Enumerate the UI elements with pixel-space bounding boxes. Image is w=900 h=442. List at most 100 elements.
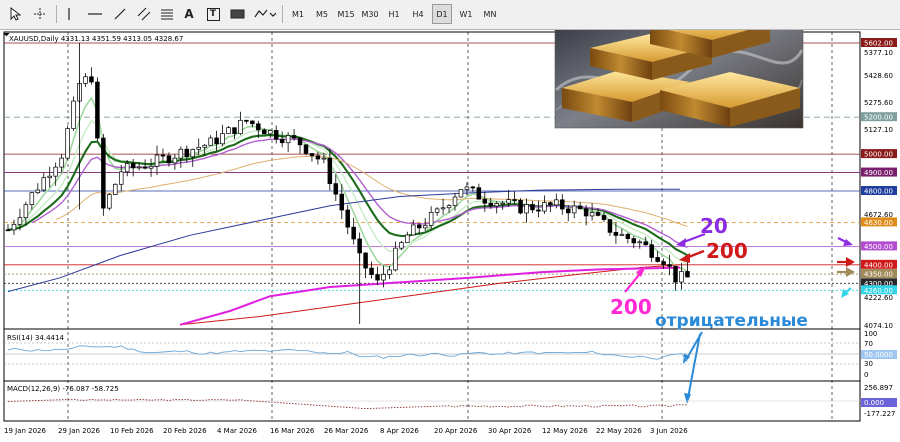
candle [238,119,243,135]
timeframe-m1[interactable]: M1 [288,4,308,24]
crosshair-tool[interactable] [30,4,50,24]
svg-text:8 Apr 2026: 8 Apr 2026 [380,427,419,435]
text-icon: A [184,7,194,21]
candle [285,135,291,144]
candle [124,163,130,173]
svg-text:0: 0 [864,371,868,379]
svg-text:30: 30 [864,360,873,368]
candle [273,130,279,140]
candle [452,196,458,206]
cursor-tool[interactable] [6,4,24,24]
candle [607,219,613,233]
candle [250,120,255,125]
svg-text:4074.10: 4074.10 [864,322,893,330]
svg-text:-177.227: -177.227 [864,410,895,418]
candle [571,205,577,214]
candle [202,144,207,148]
candle [65,128,70,159]
timeframe-mn[interactable]: MN [480,4,500,24]
timeframe-m5[interactable]: M5 [312,4,332,24]
candle [345,209,350,228]
candle [518,199,523,214]
candle [333,183,339,195]
ma20-label: 20 [700,214,728,238]
svg-text:5428.60: 5428.60 [864,72,893,80]
svg-text:5275.60: 5275.60 [864,99,893,107]
candle [47,175,52,179]
timeframe-d1[interactable]: D1 [432,4,452,24]
level-tag-text: 4800.00 [864,188,893,196]
candle [17,217,23,225]
timeframe-h4[interactable]: H4 [408,4,428,24]
level-tag-text: 4630.00 [864,219,893,227]
candle [101,137,106,209]
candle [118,171,124,185]
chevron-down-icon [254,9,276,18]
ma200-red-label: 200 [706,239,748,263]
candle [351,226,356,240]
candle [220,133,225,145]
candle [506,199,511,204]
text-label-tool[interactable]: T [204,4,222,24]
candle [59,157,64,168]
candle [83,76,88,84]
candle [256,123,261,131]
drawing-tools-dropdown[interactable] [252,4,278,24]
timeframe-w1[interactable]: W1 [456,4,476,24]
candle [262,129,267,135]
macd-level-tag: 0.000 [864,399,884,407]
fibonacci-tool[interactable] [158,4,176,24]
trendline-tool[interactable] [110,4,130,24]
candle [303,144,309,154]
candle [428,211,434,226]
shapes-icon [230,9,245,19]
candle [673,265,678,283]
svg-text:10 Feb 2026: 10 Feb 2026 [110,427,154,435]
candle [625,233,631,239]
candle [244,119,249,122]
svg-text:12 May 2026: 12 May 2026 [542,427,588,435]
candle [464,186,470,190]
timeframe-m30[interactable]: M30 [360,4,380,24]
chart-toolbar: A T M1 M5 M15 M30 H1 H4 D1 W1 MN [0,0,900,30]
horizontal-line-tool[interactable] [84,4,106,24]
candle [583,208,589,217]
trendline-icon [114,8,126,20]
candle [416,224,422,229]
svg-text:20 Feb 2026: 20 Feb 2026 [163,427,207,435]
candle [482,198,488,204]
candle [29,192,35,205]
text-tool[interactable]: A [180,4,198,24]
shapes-tool[interactable] [228,4,248,24]
equidistant-channel-icon [137,7,151,21]
candle [190,148,196,158]
svg-text:29 Jan 2026: 29 Jan 2026 [58,427,101,435]
candle [560,199,565,210]
candle [530,204,535,211]
timeframe-m15[interactable]: M15 [336,4,356,24]
rsi-level-tag: 50.0000 [864,351,893,359]
level-tag-text: 4900.00 [864,169,893,177]
vertical-line-tool[interactable] [60,4,78,24]
candle [685,271,690,278]
candle [71,100,76,129]
cursor-icon [10,7,21,21]
candle [89,76,94,83]
candle [637,241,643,244]
candle [679,271,684,283]
candle [226,127,231,134]
macd-panel: MACD(12,26,9) -76.087 -58.725 256.897 0.… [4,384,897,418]
candle [172,157,178,164]
candle [554,199,559,206]
candle [196,146,201,150]
svg-text:20 Apr 2026: 20 Apr 2026 [434,427,478,435]
candle [369,267,374,275]
candle [565,208,571,214]
svg-text:5377.10: 5377.10 [864,49,893,57]
candle [595,212,601,216]
timeframe-h1[interactable]: H1 [384,4,404,24]
level-tag-text: 4260.00 [864,287,893,295]
channel-tool[interactable] [134,4,154,24]
vertical-line-icon [68,8,70,20]
chart-window[interactable]: XAUUSD,Daily 4331.13 4351.59 4313.05 432… [0,30,900,442]
